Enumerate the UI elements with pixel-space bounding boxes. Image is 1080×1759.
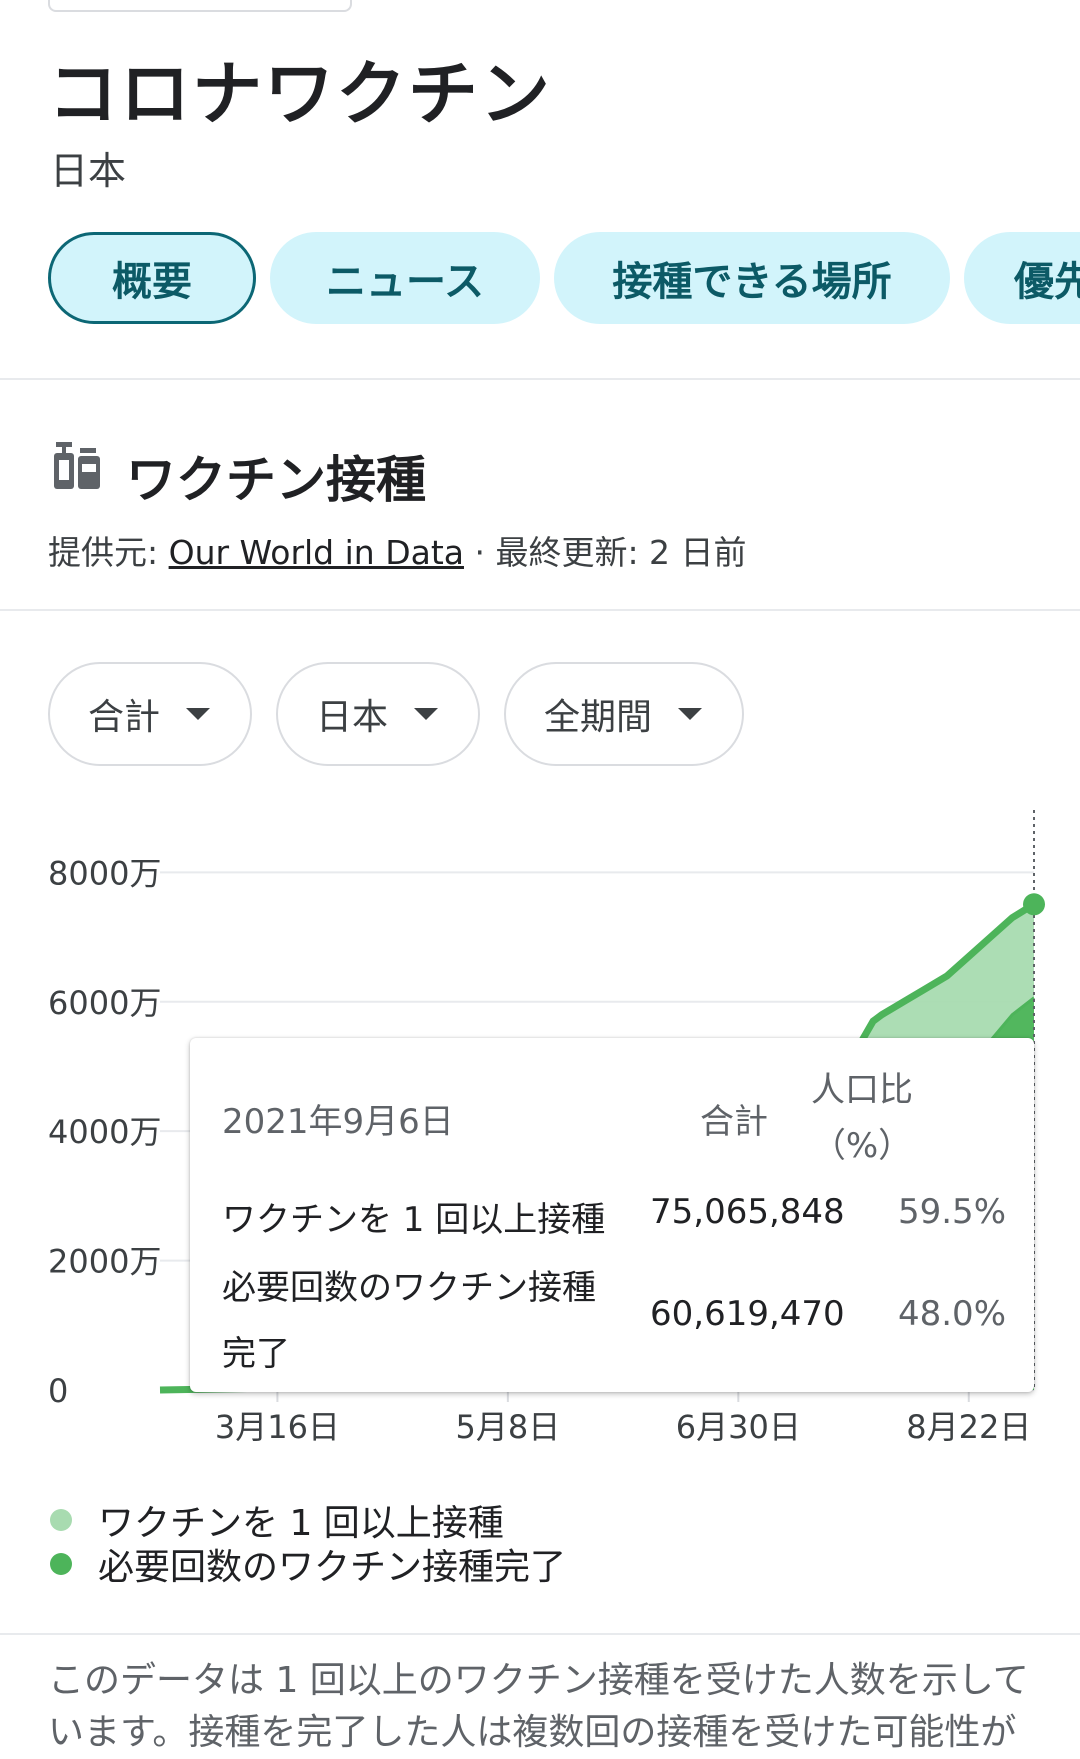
tooltip-row-total: 60,619,470 [650, 1294, 845, 1334]
x-tick-label: 5月8日 [455, 1408, 560, 1446]
legend-label: 必要回数のワクチン接種完了 [98, 1547, 567, 1588]
tooltip-row-total: 75,065,848 [650, 1192, 845, 1232]
filter-period-label: 全期間 [544, 697, 653, 738]
divider [0, 378, 1080, 380]
divider [0, 1633, 1080, 1635]
tooltip-date: 2021年9月6日 [222, 1102, 454, 1142]
source-line: 提供元: Our World in Data · 最終更新: 2 日前 [48, 526, 747, 574]
filter-metric-label: 合計 [88, 697, 161, 738]
vaccine-vial-icon [52, 440, 102, 498]
caret-down-icon [678, 708, 703, 720]
tab-bar: 概要 ニュース 接種できる場所 優先 [48, 232, 1080, 332]
tooltip-row-label-cont: 完了 [222, 1334, 290, 1374]
hover-point [1023, 893, 1045, 916]
source-link[interactable]: Our World in Data [169, 533, 464, 572]
tab-priority[interactable]: 優先 [964, 232, 1080, 324]
caret-down-icon [414, 708, 439, 720]
tooltip-row-pct: 48.0% [897, 1294, 1006, 1334]
divider [0, 609, 1080, 611]
legend-item: ワクチンを 1 回以上接種 [48, 1498, 566, 1544]
caret-down-icon [186, 708, 211, 720]
filter-period-dropdown[interactable]: 全期間 [504, 662, 744, 766]
chart-legend: ワクチンを 1 回以上接種 必要回数のワクチン接種完了 [48, 1498, 566, 1588]
tooltip-row-pct: 59.5% [897, 1192, 1006, 1232]
y-tick-label: 0 [48, 1372, 68, 1410]
y-tick-label: 6000万 [48, 984, 161, 1022]
filter-region-label: 日本 [316, 697, 389, 738]
y-tick-label: 2000万 [48, 1243, 161, 1281]
x-tick-label: 8月22日 [906, 1408, 1031, 1446]
tab-news[interactable]: ニュース [270, 232, 540, 324]
tab-overview[interactable]: 概要 [48, 232, 256, 324]
tab-locations[interactable]: 接種できる場所 [554, 232, 950, 324]
x-tick-label: 3月16日 [215, 1408, 340, 1446]
filter-metric-dropdown[interactable]: 合計 [48, 662, 252, 766]
legend-item: 必要回数のワクチン接種完了 [48, 1542, 566, 1588]
legend-swatch [50, 1553, 72, 1575]
last-updated: · 最終更新: 2 日前 [463, 533, 747, 572]
data-note: このデータは 1 回以上のワクチン接種を受けた人数を示しています。接種を完了した… [48, 1660, 1029, 1753]
tooltip-col-pct: 人口比 [811, 1070, 913, 1110]
tooltip-row-label: 必要回数のワクチン接種 [222, 1268, 596, 1308]
y-tick-label: 4000万 [48, 1113, 161, 1151]
region-subtitle: 日本 [50, 149, 127, 193]
tooltip-row-label: ワクチンを 1 回以上接種 [222, 1200, 606, 1240]
x-tick-label: 6月30日 [676, 1408, 801, 1446]
tooltip-col-total: 合計 [700, 1102, 768, 1142]
page-title: コロナワクチン [48, 53, 552, 135]
source-prefix: 提供元: [48, 533, 169, 572]
chart-tooltip: 2021年9月6日 合計 人口比 （%） ワクチンを 1 回以上接種 75,06… [190, 1038, 1034, 1392]
search-box-edge[interactable] [48, 0, 352, 12]
y-tick-label: 8000万 [48, 854, 161, 892]
section-title: ワクチン接種 [126, 451, 426, 509]
filter-region-dropdown[interactable]: 日本 [276, 662, 480, 766]
legend-swatch [50, 1509, 72, 1531]
tooltip-col-pct-unit: （%） [811, 1126, 913, 1166]
